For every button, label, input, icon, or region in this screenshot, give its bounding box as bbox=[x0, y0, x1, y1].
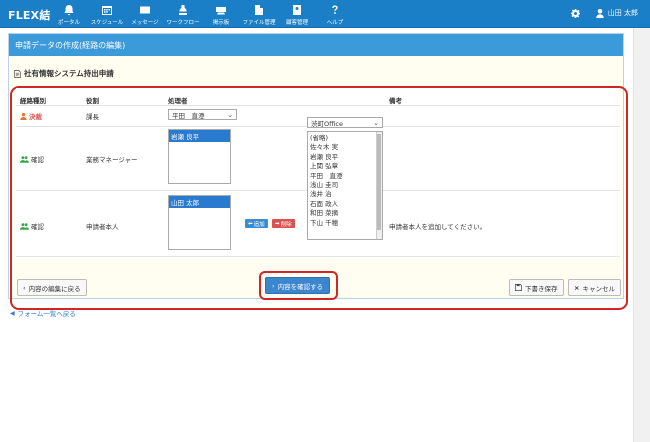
candidate-scrollbar[interactable] bbox=[376, 132, 382, 239]
save-draft-button[interactable]: 下書き保存 bbox=[509, 279, 564, 296]
candidate-listbox[interactable]: (省略) 佐々木 実岩瀬 良平 上関 弘章 平田 直澄 浅山 圭司 浅井 治石面 政人 和田… bbox=[307, 131, 383, 240]
page-scrollbar[interactable] bbox=[633, 28, 650, 442]
envelope-icon bbox=[140, 6, 150, 14]
add-button[interactable]: ⬅ 追加 bbox=[245, 219, 268, 228]
row-role: 課長 bbox=[86, 113, 99, 121]
add-button-label: 追加 bbox=[253, 221, 265, 228]
scroll-thumb[interactable] bbox=[377, 134, 381, 230]
row-divider bbox=[16, 105, 620, 106]
approver-icon bbox=[20, 112, 27, 120]
row-role: 申請者本人 bbox=[86, 223, 119, 231]
header-role: 役割 bbox=[86, 97, 99, 105]
nav-label: スケジュール bbox=[90, 20, 124, 26]
row-note: 申請者本人を追加してください。 bbox=[389, 223, 487, 231]
candidate-option[interactable]: 和田 菜摘 bbox=[308, 209, 382, 218]
header-processor: 処理者 bbox=[168, 97, 188, 105]
table-row: 決裁 bbox=[20, 111, 42, 121]
board-icon bbox=[216, 7, 226, 15]
save-draft-label: 下書き保存 bbox=[525, 284, 558, 293]
cancel-button[interactable]: × キャンセル bbox=[568, 279, 621, 296]
caret-left-icon: ◀ bbox=[10, 309, 15, 317]
main-nav: ポータル スケジュール メッセージ ワークフロー 掲示板 ファイル管理 顧客管理 bbox=[50, 0, 354, 28]
user-menu[interactable]: 山田 太郎 bbox=[570, 8, 638, 18]
department-select-value: 渋町Office bbox=[311, 119, 343, 128]
workflow-icon bbox=[179, 5, 187, 15]
row-kind: 確認 bbox=[31, 156, 44, 164]
arrow-left-icon: ⬅ bbox=[248, 220, 253, 227]
file-icon bbox=[255, 5, 263, 15]
candidate-option[interactable]: (省略) bbox=[308, 134, 382, 143]
save-icon bbox=[515, 284, 522, 291]
row-kind: 確認 bbox=[31, 223, 44, 231]
close-icon: × bbox=[574, 283, 580, 292]
candidate-option[interactable]: 佐々木 実 bbox=[308, 143, 382, 152]
candidate-option[interactable]: 岩瀬 良平 bbox=[308, 153, 382, 162]
user-name: 山田 太郎 bbox=[607, 9, 638, 17]
nav-label: 顧客管理 bbox=[285, 20, 308, 26]
nav-files[interactable]: ファイル管理 bbox=[240, 0, 278, 28]
processor-selected-item[interactable]: 岩瀬 良平 bbox=[169, 130, 230, 142]
row-divider bbox=[16, 256, 620, 257]
chevron-down-icon: ⌄ bbox=[227, 110, 233, 119]
row-kind: 決裁 bbox=[29, 113, 42, 121]
top-bar: FLEX結 ポータル スケジュール メッセージ ワークフロー 掲示板 ファイル管… bbox=[0, 0, 650, 28]
form-title-text: 社有情報システム持出申請 bbox=[24, 69, 114, 78]
department-select[interactable]: 渋町Office ⌄ bbox=[307, 117, 383, 128]
chevron-down-icon: ⌄ bbox=[373, 118, 379, 127]
chevron-left-icon: ‹ bbox=[23, 283, 26, 292]
bell-icon bbox=[64, 5, 74, 16]
nav-portal[interactable]: ポータル bbox=[50, 0, 88, 28]
candidate-option[interactable]: 平田 直澄 bbox=[308, 172, 382, 181]
user-icon bbox=[596, 8, 604, 18]
gear-icon bbox=[570, 8, 580, 18]
candidate-options: (省略) 佐々木 実岩瀬 良平 上関 弘章 平田 直澄 浅山 圭司 浅井 治石面 政人 和田… bbox=[308, 132, 382, 228]
processor-select-value: 平田 直澄 bbox=[172, 111, 205, 120]
app-logo[interactable]: FLEX結 bbox=[8, 7, 51, 23]
table-row: 確認 bbox=[20, 221, 44, 231]
back-to-edit-label: 内容の編集に戻る bbox=[28, 284, 81, 293]
confirm-highlight-outline bbox=[259, 271, 338, 300]
nav-label: ファイル管理 bbox=[242, 20, 276, 26]
candidate-option[interactable]: 浅井 治 bbox=[308, 190, 382, 199]
nav-help[interactable]: ヘルプ bbox=[316, 0, 354, 28]
nav-workflow[interactable]: ワークフロー bbox=[164, 0, 202, 28]
arrow-right-icon: ➡ bbox=[275, 220, 280, 227]
document-icon bbox=[14, 69, 21, 78]
processor-selected-item[interactable]: 山田 太郎 bbox=[169, 196, 230, 208]
processor-select[interactable]: 平田 直澄 ⌄ bbox=[168, 109, 237, 120]
back-to-forms-label: フォーム一覧へ戻る bbox=[17, 310, 76, 318]
delete-button[interactable]: ➡ 削除 bbox=[272, 219, 295, 228]
back-to-edit-button[interactable]: ‹ 内容の編集に戻る bbox=[17, 279, 87, 296]
panel-title: 申請データの作成(経路の編集) bbox=[9, 34, 623, 56]
row-role: 業務マネージャー bbox=[86, 156, 138, 164]
candidate-option[interactable]: 上関 弘章 bbox=[308, 162, 382, 171]
nav-label: ヘルプ bbox=[326, 20, 344, 26]
header-kind: 経路種別 bbox=[20, 97, 46, 105]
nav-schedule[interactable]: スケジュール bbox=[88, 0, 126, 28]
candidate-option[interactable]: 石面 政人 bbox=[308, 200, 382, 209]
processor-listbox[interactable]: 山田 太郎 bbox=[168, 195, 231, 250]
processor-listbox[interactable]: 岩瀬 良平 bbox=[168, 129, 231, 184]
confirm-users-icon bbox=[20, 155, 29, 163]
table-row: 確認 bbox=[20, 154, 44, 164]
contact-icon bbox=[293, 5, 301, 15]
nav-customers[interactable]: 顧客管理 bbox=[278, 0, 316, 28]
confirm-users-icon bbox=[20, 222, 29, 230]
cancel-label: キャンセル bbox=[582, 284, 615, 293]
back-to-forms-link[interactable]: ◀ フォーム一覧へ戻る bbox=[10, 308, 76, 319]
nav-board[interactable]: 掲示板 bbox=[202, 0, 240, 28]
form-title: 社有情報システム持出申請 bbox=[14, 68, 114, 79]
nav-label: 掲示板 bbox=[212, 20, 230, 26]
delete-button-label: 削除 bbox=[280, 221, 292, 228]
nav-message[interactable]: メッセージ bbox=[126, 0, 164, 28]
nav-label: ワークフロー bbox=[166, 20, 200, 26]
calendar-icon bbox=[102, 6, 112, 15]
nav-label: ポータル bbox=[57, 20, 80, 26]
nav-label: メッセージ bbox=[131, 20, 159, 26]
header-note: 備考 bbox=[389, 97, 402, 105]
candidate-option[interactable]: 下山 千穂 bbox=[308, 219, 382, 228]
help-icon bbox=[332, 5, 338, 14]
